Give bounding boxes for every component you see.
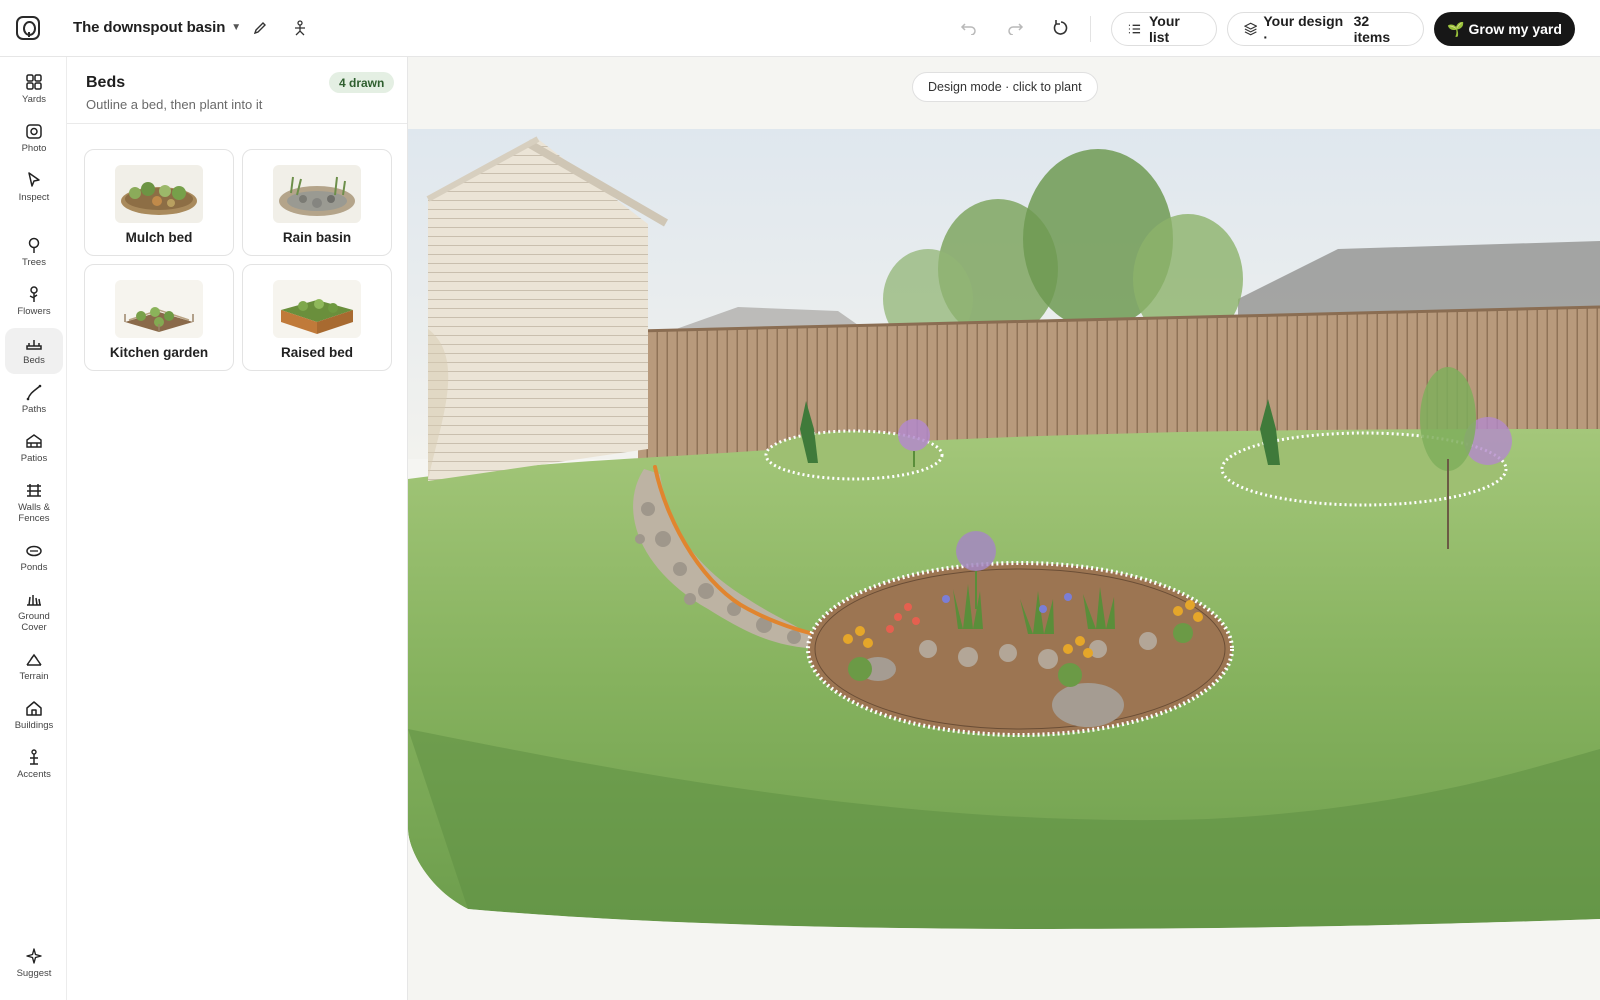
- share-person-icon[interactable]: [288, 16, 312, 40]
- rail-label: Trees: [22, 257, 46, 268]
- pond-icon: [26, 545, 42, 557]
- grid-icon: [26, 74, 42, 90]
- rail-item-accents[interactable]: Accents: [5, 742, 63, 788]
- chevron-down-icon: ▼: [231, 22, 242, 33]
- grow-my-yard-button[interactable]: 🌱 Grow my yard: [1434, 12, 1575, 46]
- rail-label-line2: Cover: [21, 622, 47, 633]
- fence-icon: [27, 484, 41, 497]
- bed-card-mulch[interactable]: Mulch bed: [84, 149, 234, 256]
- design-mode-indicator: Design mode · click to plant: [912, 72, 1098, 102]
- panel-subtitle: Outline a bed, then plant into it: [86, 97, 263, 112]
- your-design-button[interactable]: Your design · 32 items: [1227, 12, 1424, 46]
- rail-label-line1: Ground: [18, 611, 50, 622]
- rename-pencil-icon[interactable]: [248, 16, 272, 40]
- grow-label: Grow my yard: [1468, 21, 1562, 37]
- reset-icon[interactable]: [1049, 16, 1073, 40]
- bed-card-rain-basin[interactable]: Rain basin: [242, 149, 392, 256]
- rail-label: Patios: [20, 453, 48, 464]
- rail-item-photo[interactable]: Photo: [5, 116, 63, 162]
- rail-label: Ground Cover: [18, 611, 50, 633]
- rail-label: Ponds: [20, 562, 48, 573]
- rail-label: Beds: [23, 355, 45, 366]
- rail-label-line1: Walls &: [18, 502, 50, 513]
- rail-label: Flowers: [17, 306, 51, 317]
- rail-item-yards[interactable]: Yards: [5, 67, 63, 113]
- panel-header: Beds Outline a bed, then plant into it 4…: [67, 57, 407, 124]
- layers-icon: [1244, 22, 1258, 36]
- house-icon: [26, 701, 42, 716]
- beds-panel: Beds Outline a bed, then plant into it 4…: [67, 57, 408, 1000]
- path-icon: [26, 384, 42, 401]
- rail-item-buildings[interactable]: Buildings: [5, 693, 63, 739]
- bed-icon: [26, 340, 42, 350]
- sprout-icon: 🌱: [1447, 20, 1465, 37]
- rail-label: Walls & Fences: [18, 502, 50, 524]
- card-label: Rain basin: [282, 230, 352, 245]
- suggest-button[interactable]: Suggest: [5, 941, 63, 987]
- app-logo-icon[interactable]: [16, 16, 40, 40]
- rail-label: Buildings: [14, 720, 54, 731]
- sparkle-icon: [26, 948, 42, 964]
- rain-basin-thumbnail: [273, 165, 361, 223]
- bed-card-raised-bed[interactable]: Raised bed: [242, 264, 392, 371]
- rail-item-walls-fences[interactable]: Walls & Fences: [5, 475, 63, 531]
- rail-item-terrain[interactable]: Terrain: [5, 644, 63, 690]
- undo-icon[interactable]: [957, 16, 981, 40]
- rail-label: Inspect: [18, 192, 50, 203]
- rail-label: Yards: [21, 94, 47, 105]
- yard-illustration[interactable]: [408, 129, 1600, 931]
- groundcover-icon: [27, 595, 41, 606]
- your-design-label: Your design ·: [1263, 13, 1344, 45]
- patio-icon: [26, 434, 42, 448]
- design-canvas[interactable]: Design mode · click to plant: [408, 57, 1600, 1000]
- tree-icon: [28, 237, 40, 253]
- rail-item-beds[interactable]: Beds: [5, 328, 63, 374]
- redo-icon[interactable]: [1003, 16, 1027, 40]
- rail-item-patios[interactable]: Patios: [5, 426, 63, 472]
- rail-label: Suggest: [16, 968, 52, 979]
- design-item-count: 32 items: [1353, 13, 1391, 45]
- rail-item-trees[interactable]: Trees: [5, 230, 63, 276]
- rail-label: Terrain: [19, 671, 49, 682]
- terrain-icon: [26, 653, 42, 666]
- flower-icon: [29, 286, 38, 302]
- card-label: Raised bed: [280, 345, 354, 360]
- your-list-button[interactable]: Your list: [1111, 12, 1217, 46]
- rail-item-paths[interactable]: Paths: [5, 377, 63, 423]
- card-label: Mulch bed: [125, 230, 193, 245]
- rail-item-ground-cover[interactable]: Ground Cover: [5, 584, 63, 640]
- rail-item-inspect[interactable]: Inspect: [5, 165, 63, 211]
- cursor-icon: [28, 172, 40, 187]
- list-icon: [1128, 24, 1141, 34]
- bed-card-kitchen-garden[interactable]: Kitchen garden: [84, 264, 234, 371]
- rail-label: Paths: [21, 404, 47, 415]
- drawn-count-badge: 4 drawn: [329, 72, 395, 93]
- rail-label: Accents: [17, 769, 51, 780]
- kitchen-garden-thumbnail: [115, 280, 203, 338]
- card-label: Kitchen garden: [109, 345, 209, 360]
- top-bar: The downspout basin ▼ Your list Your des…: [0, 0, 1600, 57]
- rail-item-ponds[interactable]: Ponds: [5, 535, 63, 581]
- camera-icon: [26, 124, 42, 139]
- raised-bed-thumbnail: [273, 280, 361, 338]
- project-title: The downspout basin: [73, 19, 226, 36]
- tool-rail: Yards Photo Inspect Trees Flowers Beds P…: [0, 57, 67, 1000]
- divider: [1090, 16, 1091, 42]
- accent-icon: [30, 749, 38, 765]
- your-list-label: Your list: [1148, 13, 1180, 45]
- rail-item-flowers[interactable]: Flowers: [5, 279, 63, 325]
- mulch-bed-thumbnail: [115, 165, 203, 223]
- project-title-dropdown[interactable]: The downspout basin ▼: [73, 19, 241, 36]
- panel-title: Beds: [86, 74, 126, 91]
- rail-label: Photo: [21, 143, 47, 154]
- rail-label-line2: Fences: [18, 513, 50, 524]
